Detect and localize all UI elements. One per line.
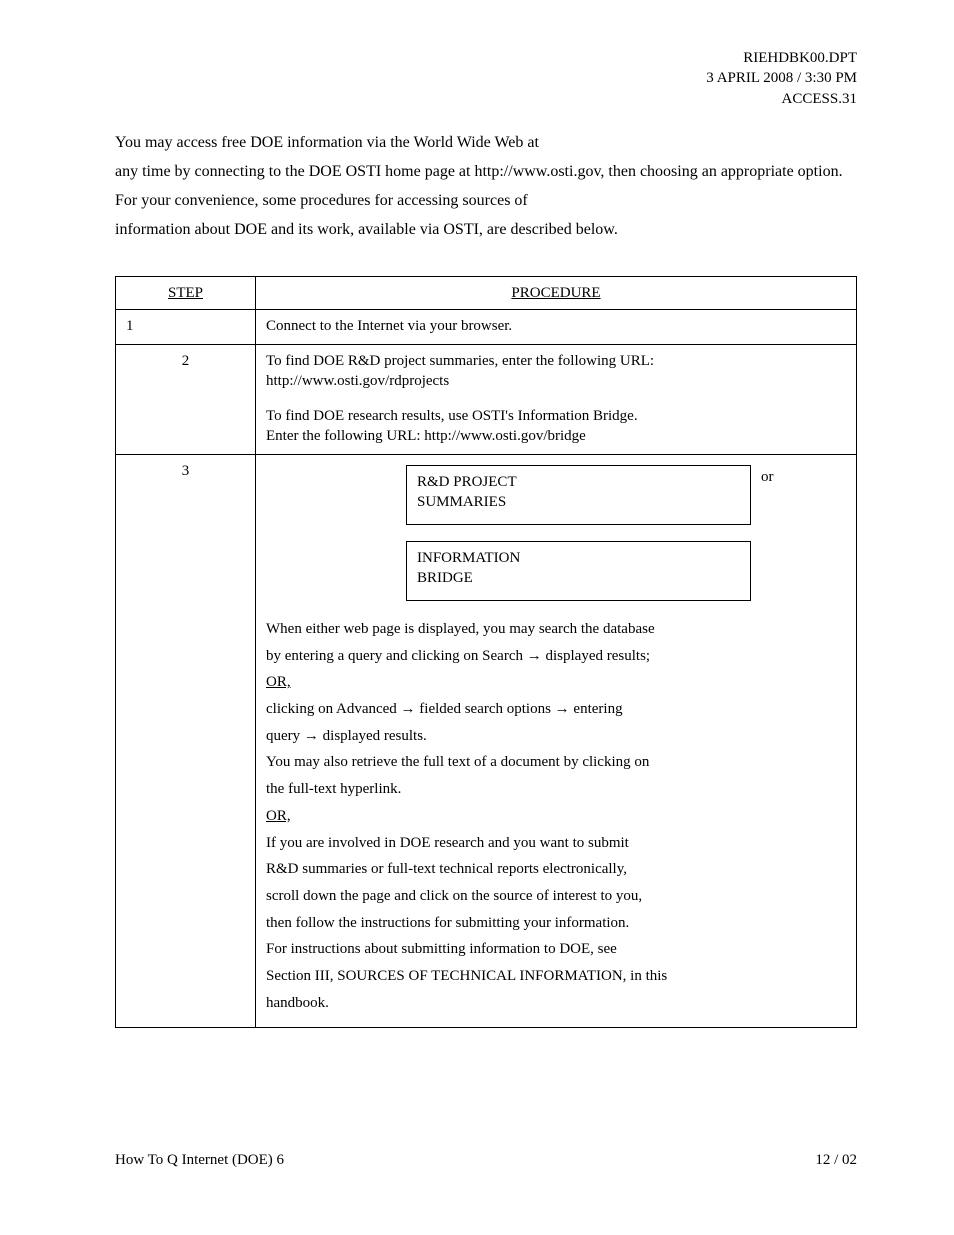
page-header: RIEHDBK00.DPT 3 APRIL 2008 / 3:30 PM ACC… bbox=[115, 48, 857, 109]
intro-text: You may access free DOE information via … bbox=[115, 131, 857, 242]
or-label: OR, bbox=[266, 674, 291, 690]
doc-date: 3 APRIL 2008 / 3:30 PM bbox=[115, 68, 857, 88]
procedure-cell: To find DOE R&D project summaries, enter… bbox=[256, 345, 857, 455]
arrow-icon: → bbox=[527, 647, 542, 664]
arrow-icon: → bbox=[401, 700, 416, 717]
nav-box-info-bridge: INFORMATION BRIDGE bbox=[406, 541, 751, 601]
procedure-cell: Connect to the Internet via your browser… bbox=[256, 309, 857, 344]
nav-box-rd-summaries: R&D PROJECT SUMMARIES bbox=[406, 465, 751, 525]
page-footer: How To Q Internet (DOE) 6 12 / 02 bbox=[115, 1152, 857, 1169]
procedure-table: STEP PROCEDURE 1 Connect to the Internet… bbox=[115, 276, 857, 1029]
header-step: STEP bbox=[116, 276, 256, 309]
doc-id: RIEHDBK00.DPT bbox=[115, 48, 857, 68]
intro-line-4: information about DOE and its work, avai… bbox=[115, 218, 857, 241]
page-ref: ACCESS.31 bbox=[115, 89, 857, 109]
table-row: 3 R&D PROJECT SUMMARIES or INFORMATION B… bbox=[116, 455, 857, 1028]
or-label: OR, bbox=[266, 808, 291, 824]
procedure-cell: R&D PROJECT SUMMARIES or INFORMATION BRI… bbox=[256, 455, 857, 1028]
page-content: RIEHDBK00.DPT 3 APRIL 2008 / 3:30 PM ACC… bbox=[115, 48, 857, 1028]
table-header-row: STEP PROCEDURE bbox=[116, 276, 857, 309]
arrow-icon: → bbox=[304, 727, 319, 744]
table-row: 1 Connect to the Internet via your brows… bbox=[116, 309, 857, 344]
step-cell: 1 bbox=[116, 309, 256, 344]
intro-line-3: For your convenience, some procedures fo… bbox=[115, 189, 857, 212]
arrow-icon: → bbox=[555, 700, 570, 717]
procedure-block: R&D PROJECT SUMMARIES or INFORMATION BRI… bbox=[266, 461, 846, 1013]
footer-left: How To Q Internet (DOE) 6 bbox=[115, 1152, 284, 1169]
step-cell: 3 bbox=[116, 455, 256, 1028]
intro-line-1: You may access free DOE information via … bbox=[115, 131, 857, 154]
nav-box-or: or bbox=[761, 467, 774, 487]
footer-right: 12 / 02 bbox=[815, 1152, 857, 1169]
intro-line-2: any time by connecting to the DOE OSTI h… bbox=[115, 160, 857, 183]
table-row: 2 To find DOE R&D project summaries, ent… bbox=[116, 345, 857, 455]
step-cell: 2 bbox=[116, 345, 256, 455]
header-procedure: PROCEDURE bbox=[256, 276, 857, 309]
